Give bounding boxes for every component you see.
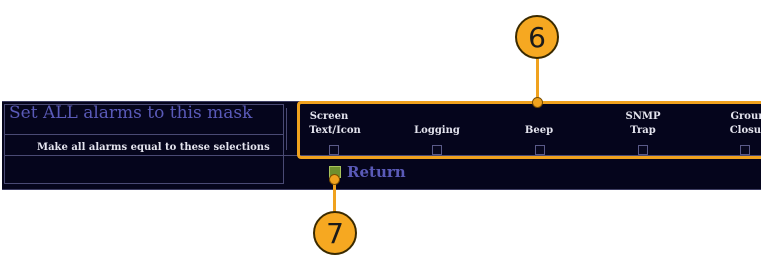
callout-6-marker: 6 bbox=[515, 15, 559, 59]
callout-6-dot bbox=[532, 97, 543, 108]
column-divider bbox=[286, 108, 287, 150]
panel-title: Set ALL alarms to this mask bbox=[9, 103, 253, 123]
callout-7-marker: 7 bbox=[313, 211, 357, 255]
callout-7-dot bbox=[329, 174, 340, 185]
callout-6-highlight-frame bbox=[297, 101, 761, 159]
return-button[interactable]: Return bbox=[347, 163, 406, 181]
panel-subtext: Make all alarms equal to these selection… bbox=[37, 142, 270, 153]
divider-title bbox=[4, 134, 284, 135]
callout-6-leader bbox=[536, 57, 539, 101]
